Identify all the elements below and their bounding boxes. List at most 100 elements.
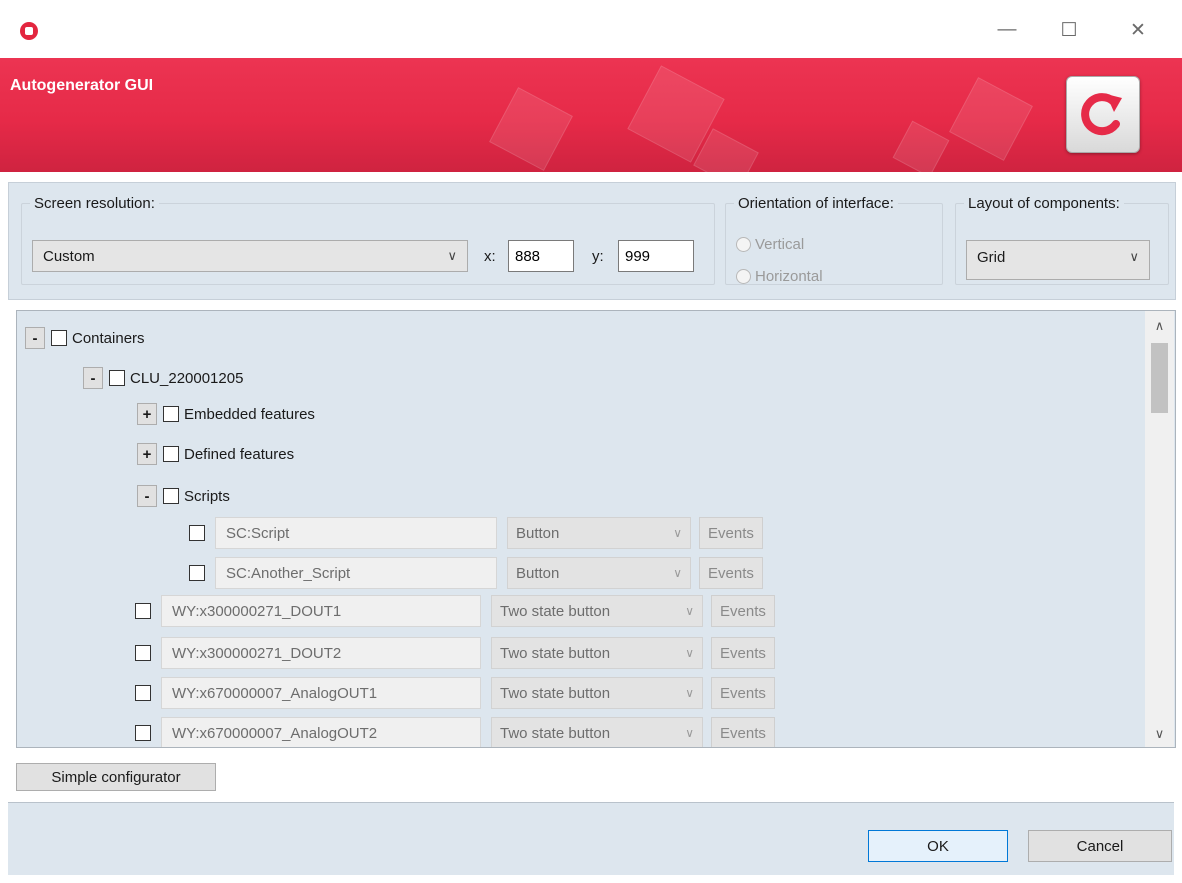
events-button[interactable]: Events xyxy=(711,637,775,669)
x-label: x: xyxy=(484,248,496,265)
chevron-down-icon: ∨ xyxy=(685,686,694,700)
orientation-horizontal-radio[interactable]: Horizontal xyxy=(736,268,823,285)
item-name-field[interactable]: WY:x300000271_DOUT2 xyxy=(161,637,481,669)
scroll-up-icon[interactable]: ∧ xyxy=(1145,315,1174,337)
simple-configurator-button[interactable]: Simple configurator xyxy=(16,763,216,791)
refresh-icon xyxy=(1081,92,1122,135)
containers-label: Containers xyxy=(72,329,145,347)
banner-decoration xyxy=(949,77,1033,161)
item-type-value: Two state button xyxy=(500,644,611,662)
item-checkbox[interactable] xyxy=(189,525,205,541)
list-item: SC:Script Button ∨ Events xyxy=(189,517,763,549)
collapse-toggle[interactable]: - xyxy=(25,327,45,349)
item-type-value: Two state button xyxy=(500,724,611,742)
item-checkbox[interactable] xyxy=(135,685,151,701)
list-item: WY:x300000271_DOUT2 Two state button ∨ E… xyxy=(135,637,775,669)
chevron-down-icon: ∨ xyxy=(685,604,694,618)
scroll-thumb[interactable] xyxy=(1151,343,1168,413)
list-item: WY:x670000007_AnalogOUT2 Two state butto… xyxy=(135,717,775,747)
vertical-scrollbar[interactable]: ∧ ∨ xyxy=(1145,311,1174,747)
item-type-value: Two state button xyxy=(500,602,611,620)
orientation-vertical-radio[interactable]: Vertical xyxy=(736,236,804,253)
containers-checkbox[interactable] xyxy=(51,330,67,346)
chevron-down-icon: ∨ xyxy=(685,726,694,740)
chevron-down-icon: ∨ xyxy=(447,248,457,263)
orientation-horizontal-label: Horizontal xyxy=(755,268,823,285)
item-name-field[interactable]: SC:Script xyxy=(215,517,497,549)
tree-node-defined-features: + Defined features xyxy=(137,441,294,467)
resolution-select-value: Custom xyxy=(43,247,95,265)
item-name-field[interactable]: WY:x300000271_DOUT1 xyxy=(161,595,481,627)
expand-toggle[interactable]: + xyxy=(137,403,157,425)
item-type-value: Button xyxy=(516,524,560,542)
list-item: SC:Another_Script Button ∨ Events xyxy=(189,557,763,589)
clu-checkbox[interactable] xyxy=(109,370,125,386)
dialog-footer: OK Cancel xyxy=(8,802,1174,875)
expand-toggle[interactable]: + xyxy=(137,443,157,465)
banner-decoration xyxy=(489,87,573,171)
events-button[interactable]: Events xyxy=(699,557,763,589)
app-logo-icon xyxy=(20,22,38,40)
y-label: y: xyxy=(592,248,604,265)
events-button[interactable]: Events xyxy=(711,595,775,627)
item-type-select[interactable]: Two state button ∨ xyxy=(491,677,703,709)
item-type-select[interactable]: Button ∨ xyxy=(507,517,691,549)
layout-select-value: Grid xyxy=(977,249,1006,266)
resolution-x-input[interactable] xyxy=(508,240,574,272)
resolution-y-input[interactable] xyxy=(618,240,694,272)
item-checkbox[interactable] xyxy=(189,565,205,581)
embedded-features-checkbox[interactable] xyxy=(163,406,179,422)
list-item: WY:x300000271_DOUT1 Two state button ∨ E… xyxy=(135,595,775,627)
screen-resolution-legend: Screen resolution: xyxy=(34,195,155,212)
orientation-vertical-label: Vertical xyxy=(755,236,805,253)
scripts-checkbox[interactable] xyxy=(163,488,179,504)
clu-label: CLU_220001205 xyxy=(130,369,244,387)
item-type-value: Two state button xyxy=(500,684,611,702)
layout-group: Layout of components: Grid ∨ xyxy=(955,195,1169,285)
radio-button-icon xyxy=(736,237,751,252)
scroll-down-icon[interactable]: ∨ xyxy=(1145,723,1174,745)
cancel-button[interactable]: Cancel xyxy=(1028,830,1172,862)
layout-legend: Layout of components: xyxy=(968,195,1120,212)
tree-node-scripts: - Scripts xyxy=(137,483,230,509)
item-checkbox[interactable] xyxy=(135,603,151,619)
events-button[interactable]: Events xyxy=(711,677,775,709)
item-type-select[interactable]: Two state button ∨ xyxy=(491,717,703,747)
tree-node-clu: - CLU_220001205 xyxy=(83,365,243,391)
item-name-field[interactable]: SC:Another_Script xyxy=(215,557,497,589)
chevron-down-icon: ∨ xyxy=(685,646,694,660)
item-checkbox[interactable] xyxy=(135,725,151,741)
item-name-field[interactable]: WY:x670000007_AnalogOUT1 xyxy=(161,677,481,709)
orientation-group: Orientation of interface: Vertical Horiz… xyxy=(725,195,943,285)
events-button[interactable]: Events xyxy=(699,517,763,549)
defined-features-label: Defined features xyxy=(184,445,295,463)
item-type-select[interactable]: Two state button ∨ xyxy=(491,595,703,627)
tree-node-containers: - Containers xyxy=(25,325,145,351)
list-item: WY:x670000007_AnalogOUT1 Two state butto… xyxy=(135,677,775,709)
components-tree: - Containers - CLU_220001205 + Embedded … xyxy=(16,310,1176,748)
banner-decoration xyxy=(892,120,950,172)
collapse-toggle[interactable]: - xyxy=(83,367,103,389)
close-icon[interactable]: ✕ xyxy=(1115,12,1161,48)
collapse-toggle[interactable]: - xyxy=(137,485,157,507)
refresh-button[interactable] xyxy=(1066,76,1140,153)
resolution-select[interactable]: Custom ∨ xyxy=(32,240,468,272)
events-button[interactable]: Events xyxy=(711,717,775,747)
minimize-icon[interactable]: — xyxy=(984,12,1030,48)
page-title: Autogenerator GUI xyxy=(10,77,154,94)
item-type-value: Button xyxy=(516,564,560,582)
item-type-select[interactable]: Two state button ∨ xyxy=(491,637,703,669)
layout-select[interactable]: Grid ∨ xyxy=(966,240,1150,280)
chevron-down-icon: ∨ xyxy=(673,566,682,580)
radio-button-icon xyxy=(736,269,751,284)
embedded-features-label: Embedded features xyxy=(184,405,315,423)
title-bar: — ☐ ✕ xyxy=(0,0,1182,58)
ok-button[interactable]: OK xyxy=(868,830,1008,862)
settings-panel: Screen resolution: Custom ∨ x: y: Orient… xyxy=(8,182,1176,300)
orientation-legend: Orientation of interface: xyxy=(738,195,894,212)
item-name-field[interactable]: WY:x670000007_AnalogOUT2 xyxy=(161,717,481,747)
defined-features-checkbox[interactable] xyxy=(163,446,179,462)
item-checkbox[interactable] xyxy=(135,645,151,661)
item-type-select[interactable]: Button ∨ xyxy=(507,557,691,589)
maximize-icon[interactable]: ☐ xyxy=(1046,12,1092,48)
